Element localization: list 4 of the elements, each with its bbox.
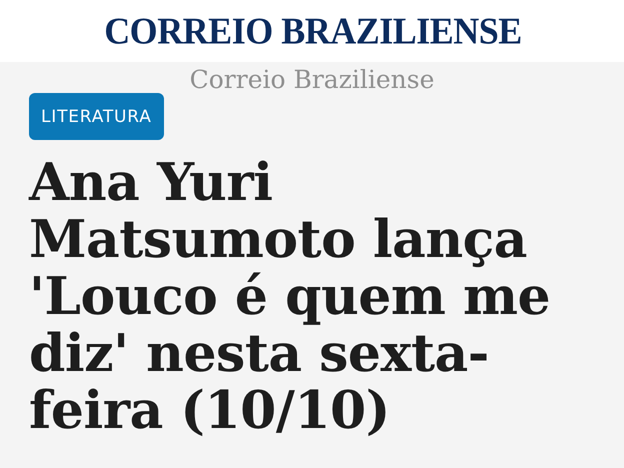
article-headline: Ana Yuri Matsumoto lança 'Louco é quem me diz' nesta sexta-feira (10/10) xyxy=(29,154,552,439)
logo-alt-text: Correio Braziliense xyxy=(190,64,434,94)
site-logo[interactable]: CORREIO BRAZILIENSE xyxy=(104,8,522,54)
category-tag[interactable]: LITERATURA xyxy=(29,93,164,140)
